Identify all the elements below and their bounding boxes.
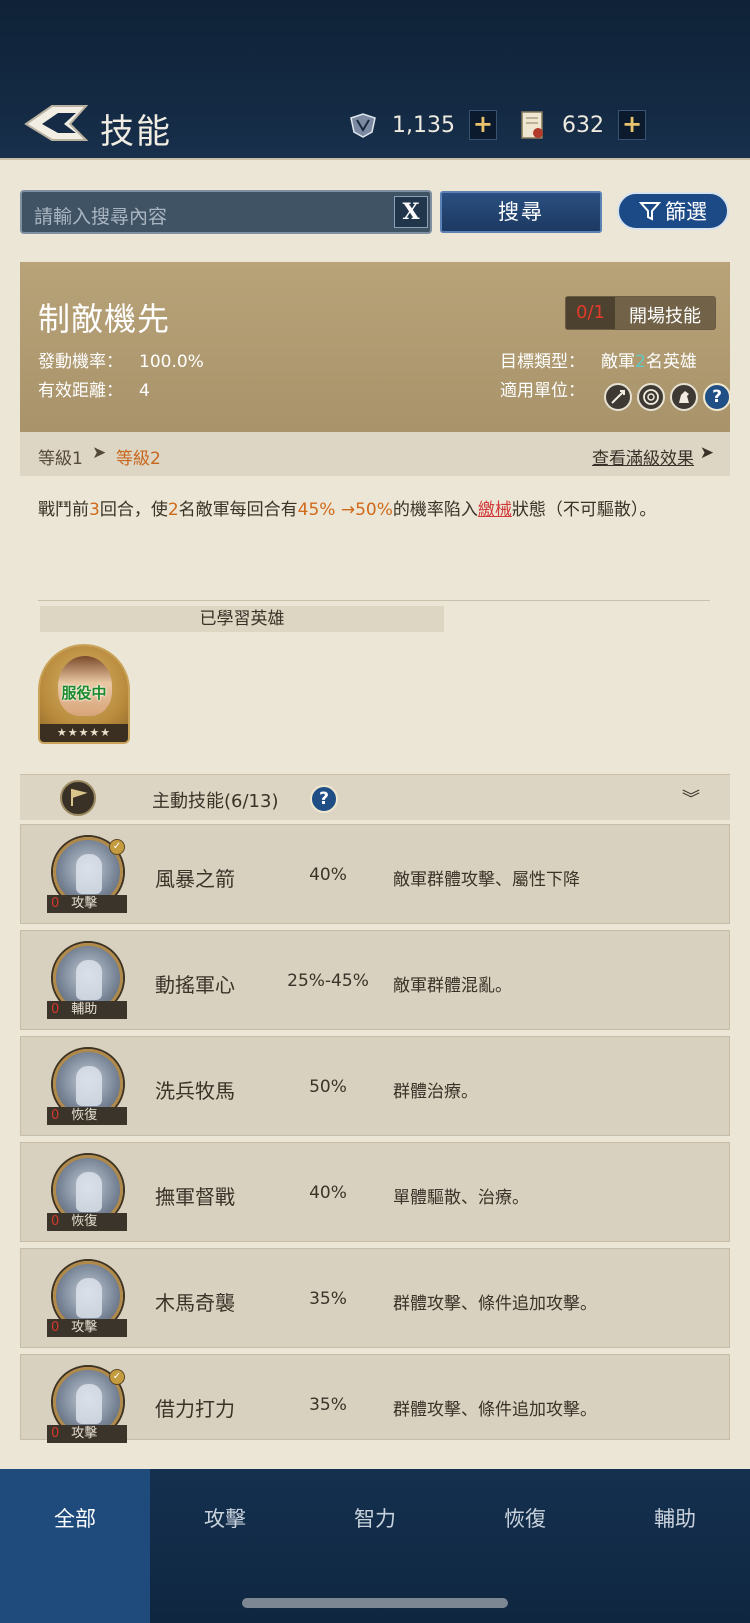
skill-row[interactable]: ✓ 0 攻擊 借力打力 35% 群體攻擊、條件追加攻擊。	[20, 1354, 730, 1443]
skill-effect: 單體驅散、治療。	[393, 1188, 529, 1208]
skill-rate: 40%	[309, 865, 347, 885]
skill-title: 制敵機先	[38, 300, 171, 338]
skill-name: 撫軍督戰	[155, 1185, 235, 1209]
level-from: 等級1	[38, 449, 83, 469]
skill-detail-card: 制敵機先 0/1 開場技能 發動機率： 100.0% 有效距離： 4 目標類型： 敵軍…	[20, 262, 731, 432]
skill-effect: 群體治療。	[393, 1082, 478, 1102]
page-title: 技能	[100, 112, 172, 152]
target-type: 目標類型： 敵軍2名英雄	[500, 352, 697, 372]
skill-rate: 35%	[309, 1395, 347, 1415]
skill-type-badge: 0 攻擊	[47, 1319, 127, 1337]
skill-rate: 40%	[309, 1183, 347, 1203]
resource-crest: 1,135 +	[348, 108, 497, 142]
skill-rate: 35%	[309, 1289, 347, 1309]
learned-heroes-label: 已學習英雄	[40, 606, 444, 632]
skill-row[interactable]: 0 恢復 撫軍督戰 40% 單體驅散、治療。	[20, 1142, 730, 1242]
hero-status: 服役中	[61, 684, 107, 702]
view-max-level-link[interactable]: 查看滿級效果	[592, 444, 694, 469]
activation-rate: 發動機率： 100.0%	[38, 352, 204, 372]
filter-button[interactable]: 篩選	[617, 192, 729, 230]
skill-name: 風暴之箭	[155, 867, 235, 891]
active-skills-header[interactable]: 主動技能(6/13) ? ︾	[20, 774, 730, 820]
search-input[interactable]: 請輸入搜尋內容	[20, 190, 432, 234]
crest-icon	[350, 113, 376, 138]
back-arrow-icon[interactable]	[22, 100, 90, 146]
skill-row[interactable]: ✓ 0 攻擊 風暴之箭 40% 敵軍群體攻擊、屬性下降	[20, 824, 730, 924]
skill-rate: 25%-45%	[287, 971, 369, 991]
skill-type-badge: 0 恢復	[47, 1107, 127, 1125]
skill-description: 戰鬥前3回合，使2名敵軍每回合有45% →50%的機率陷入繳械狀態（不可驅散）。	[38, 500, 657, 520]
level-arrow-icon: ➤	[92, 443, 107, 463]
crest-value: 1,135	[392, 112, 455, 138]
add-crest-button[interactable]: +	[468, 110, 497, 140]
hero-portrait[interactable]: 服役中 ★★★★★	[38, 644, 130, 744]
effective-range: 有效距離： 4	[38, 381, 150, 401]
equipped-check-icon: ✓	[109, 1369, 125, 1385]
search-button[interactable]: 搜尋	[440, 191, 602, 233]
clear-search-button[interactable]: X	[394, 196, 428, 228]
skill-effect: 群體攻擊、條件追加攻擊。	[393, 1294, 597, 1314]
chevron-down-icon[interactable]: ︾	[682, 785, 700, 811]
skill-name: 洗兵牧馬	[155, 1079, 235, 1103]
skill-type-badge: 0 恢復	[47, 1213, 127, 1231]
flag-icon	[60, 780, 96, 816]
skill-name: 木馬奇襲	[155, 1291, 235, 1315]
skill-row[interactable]: 0 攻擊 木馬奇襲 35% 群體攻擊、條件追加攻擊。	[20, 1248, 730, 1348]
skill-type-badge: 0 攻擊	[47, 1425, 127, 1443]
skill-tag: 0/1 開場技能	[565, 296, 716, 330]
skill-effect: 敵軍群體攻擊、屬性下降	[393, 870, 580, 890]
level-bar: 等級1 ➤ 等級2 查看滿級效果 ➤	[20, 432, 730, 476]
divider	[38, 600, 710, 601]
max-level-arrow-icon[interactable]: ➤	[700, 443, 714, 463]
resource-scroll: 632 +	[518, 108, 646, 142]
sword-icon[interactable]	[604, 383, 632, 411]
top-bar: 技能 1,135 + 632 +	[0, 0, 750, 160]
skill-type-badge: 0 攻擊	[47, 895, 127, 913]
skill-type-badge: 0 輔助	[47, 1001, 127, 1019]
tag-label: 開場技能	[628, 306, 701, 327]
scroll-icon	[521, 111, 543, 139]
tab-support[interactable]: 輔助	[600, 1469, 750, 1623]
skill-effect: 群體攻擊、條件追加攻擊。	[393, 1400, 597, 1420]
help-icon[interactable]: ?	[310, 785, 338, 813]
skill-row[interactable]: 0 恢復 洗兵牧馬 50% 群體治療。	[20, 1036, 730, 1136]
scroll-value: 632	[562, 112, 604, 138]
skill-name: 動搖軍心	[155, 973, 235, 997]
add-scroll-button[interactable]: +	[618, 110, 646, 140]
filter-label: 篩選	[665, 200, 707, 224]
horse-icon[interactable]	[670, 383, 698, 411]
level-to: 等級2	[116, 449, 161, 469]
hero-stars: ★★★★★	[40, 724, 128, 742]
bow-icon[interactable]	[637, 383, 665, 411]
equipped-check-icon: ✓	[109, 839, 125, 855]
skill-row[interactable]: 0 輔助 動搖軍心 25%-45% 敵軍群體混亂。	[20, 930, 730, 1030]
tab-all[interactable]: 全部	[0, 1469, 150, 1623]
help-icon[interactable]: ?	[703, 383, 731, 411]
active-skills-title: 主動技能(6/13)	[152, 791, 279, 812]
filter-icon	[639, 202, 661, 221]
skill-name: 借力打力	[155, 1397, 235, 1421]
skill-effect: 敵軍群體混亂。	[393, 976, 512, 996]
applicable-units-label: 適用單位：	[500, 381, 585, 401]
home-indicator[interactable]	[242, 1598, 508, 1608]
tag-count: 0/1	[566, 297, 615, 329]
skill-rate: 50%	[309, 1077, 347, 1097]
